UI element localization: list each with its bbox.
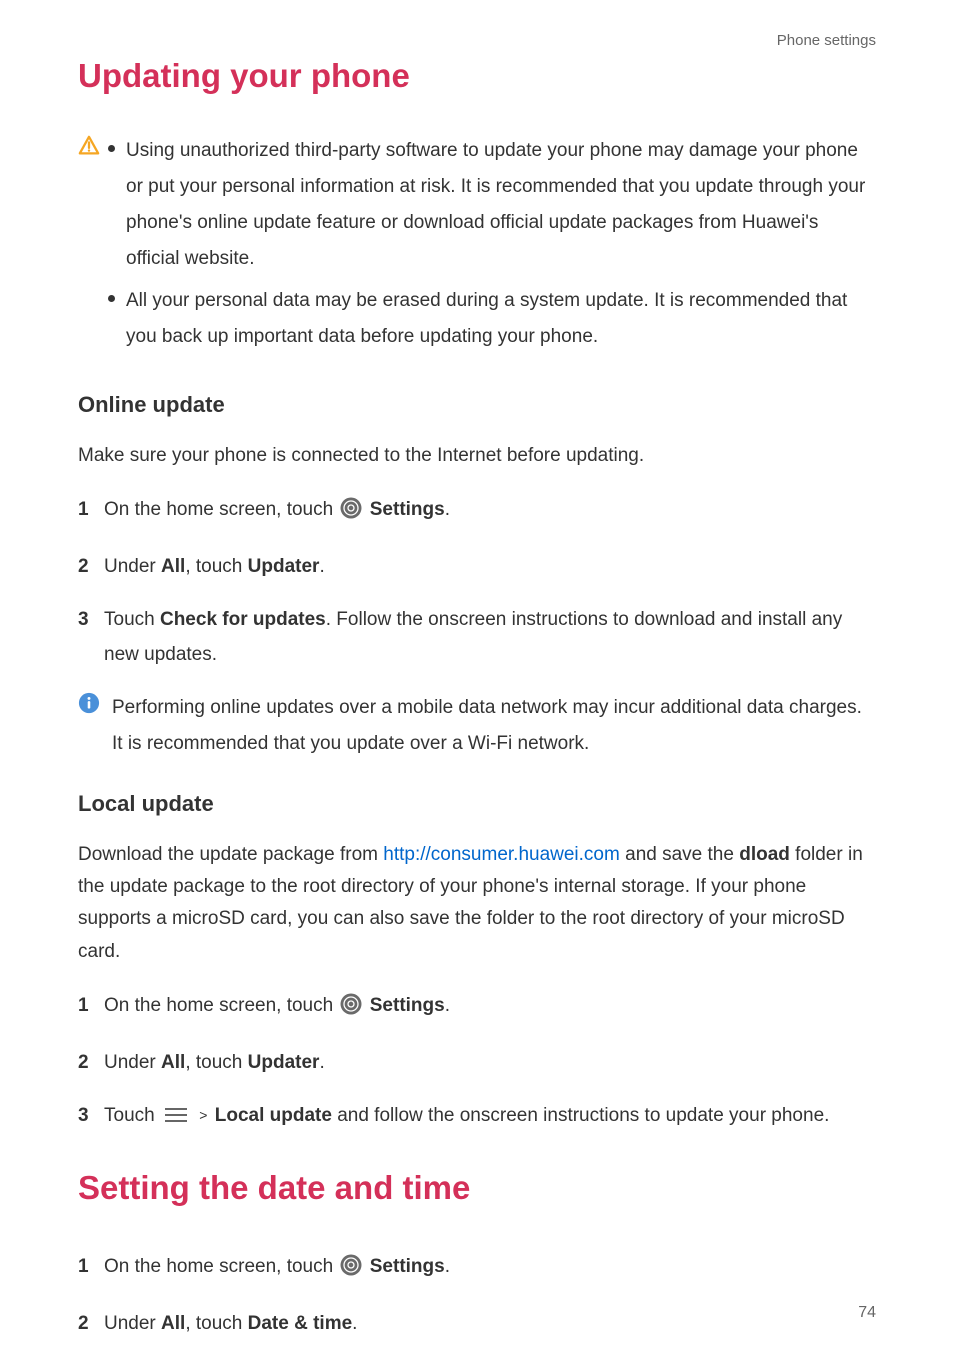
period: . — [445, 499, 450, 520]
page-title-updating: Updating your phone — [78, 57, 876, 95]
step-text: and follow the onscreen instructions to … — [332, 1105, 830, 1126]
step-2-online: 2 Under All, touch Updater. — [78, 549, 876, 584]
step-3-local: 3 Touch > Local update and follow the on… — [78, 1098, 876, 1135]
bullet-icon — [108, 295, 115, 302]
settings-label: Settings — [370, 995, 445, 1016]
step-2-local: 2 Under All, touch Updater. — [78, 1045, 876, 1080]
step-text: On the home screen, touch — [104, 1256, 338, 1277]
step-text: Under — [104, 556, 161, 577]
step-number: 3 — [78, 1098, 92, 1135]
chevron-right-icon: > — [199, 1107, 207, 1123]
all-label: All — [161, 1052, 185, 1073]
step-2-datetime: 2 Under All, touch Date & time. — [78, 1306, 876, 1341]
period: . — [319, 1052, 324, 1073]
warning-text: Using unauthorized third-party software … — [126, 140, 865, 269]
warning-block: Using unauthorized third-party software … — [78, 133, 876, 362]
step-1-online: 1 On the home screen, touch Settings. — [78, 492, 876, 531]
step-text: Under — [104, 1052, 161, 1073]
step-text: Under — [104, 1313, 161, 1334]
text: Download the update package from — [78, 844, 383, 865]
breadcrumb: Phone settings — [78, 32, 876, 49]
page-title-datetime: Setting the date and time — [78, 1169, 876, 1207]
period: . — [445, 1256, 450, 1277]
period: . — [445, 995, 450, 1016]
step-number: 3 — [78, 602, 92, 672]
settings-label: Settings — [370, 499, 445, 520]
period: . — [319, 556, 324, 577]
heading-online-update: Online update — [78, 392, 876, 418]
info-icon — [78, 690, 102, 760]
step-number: 1 — [78, 988, 92, 1027]
local-update-label: Local update — [215, 1105, 332, 1126]
settings-label: Settings — [370, 1256, 445, 1277]
updater-label: Updater — [248, 1052, 320, 1073]
heading-local-update: Local update — [78, 791, 876, 817]
warning-icon — [78, 133, 102, 362]
menu-icon — [163, 1100, 189, 1135]
step-text: , touch — [185, 556, 247, 577]
step-number: 1 — [78, 492, 92, 531]
updater-label: Updater — [248, 556, 320, 577]
step-number: 2 — [78, 1306, 92, 1341]
step-1-local: 1 On the home screen, touch Settings. — [78, 988, 876, 1027]
settings-icon — [340, 496, 362, 531]
text: and save the — [620, 844, 739, 865]
step-text: , touch — [185, 1052, 247, 1073]
local-intro: Download the update package from http://… — [78, 839, 876, 968]
warning-item: Using unauthorized third-party software … — [108, 133, 876, 277]
all-label: All — [161, 556, 185, 577]
settings-icon — [340, 1253, 362, 1288]
step-number: 2 — [78, 1045, 92, 1080]
online-intro: Make sure your phone is connected to the… — [78, 440, 876, 472]
all-label: All — [161, 1313, 185, 1334]
info-text: Performing online updates over a mobile … — [108, 690, 876, 760]
step-text: Touch — [104, 609, 160, 630]
warning-text: All your personal data may be erased dur… — [126, 290, 847, 347]
period: . — [352, 1313, 357, 1334]
step-3-online: 3 Touch Check for updates. Follow the on… — [78, 602, 876, 672]
step-number: 2 — [78, 549, 92, 584]
step-text: On the home screen, touch — [104, 499, 338, 520]
page-number: 74 — [858, 1304, 876, 1322]
step-1-datetime: 1 On the home screen, touch Settings. — [78, 1249, 876, 1288]
settings-icon — [340, 992, 362, 1027]
huawei-link[interactable]: http://consumer.huawei.com — [383, 844, 620, 865]
warning-item: All your personal data may be erased dur… — [108, 283, 876, 355]
info-block: Performing online updates over a mobile … — [78, 690, 876, 760]
step-number: 1 — [78, 1249, 92, 1288]
step-text: Touch — [104, 1105, 160, 1126]
step-text: On the home screen, touch — [104, 995, 338, 1016]
step-text: , touch — [185, 1313, 247, 1334]
bullet-icon — [108, 145, 115, 152]
check-updates-label: Check for updates — [160, 609, 326, 630]
dload-label: dload — [739, 844, 790, 865]
date-time-label: Date & time — [248, 1313, 353, 1334]
